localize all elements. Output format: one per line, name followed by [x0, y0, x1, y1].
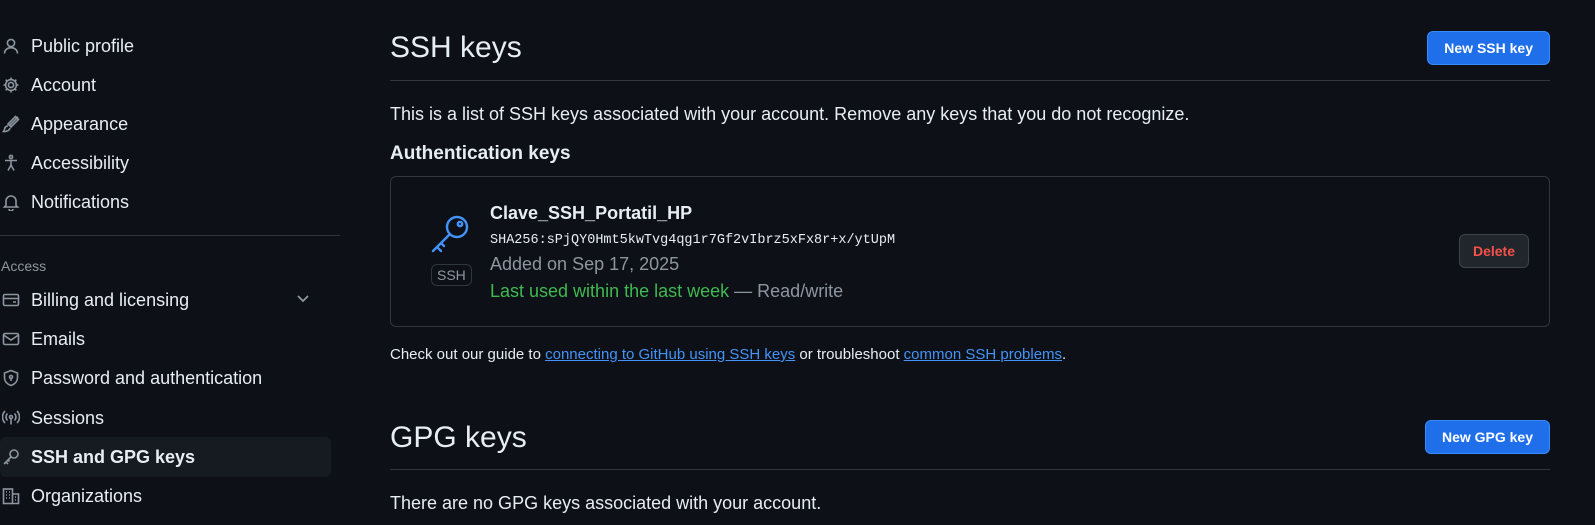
sidebar-item-label: Password and authentication	[31, 367, 263, 388]
sidebar-item-organizations[interactable]: Organizations	[0, 476, 331, 516]
sidebar-item-sessions[interactable]: Sessions	[0, 398, 331, 438]
broadcast-icon	[1, 408, 21, 428]
ssh-badge: SSH	[431, 264, 472, 286]
key-icon	[1, 447, 21, 467]
connecting-ssh-link[interactable]: connecting to GitHub using SSH keys	[545, 346, 795, 363]
sidebar-item-label: Billing and licensing	[31, 289, 190, 310]
shield-lock-icon	[1, 368, 21, 388]
sidebar-item-public-profile[interactable]: Public profile	[0, 26, 331, 66]
sidebar-section-heading: Access	[1, 258, 47, 274]
key-icon	[428, 213, 472, 257]
accessibility-icon	[1, 153, 21, 173]
sidebar-item-ssh-gpg-keys[interactable]: SSH and GPG keys	[0, 437, 331, 477]
sidebar-item-billing[interactable]: Billing and licensing	[0, 280, 331, 320]
ssh-key-usage: Last used within the last week — Read/wr…	[490, 281, 843, 302]
page-title: SSH keys	[390, 31, 522, 64]
sidebar-item-label: Public profile	[31, 35, 135, 56]
guide-middle: or troubleshoot	[795, 346, 904, 363]
guide-suffix: .	[1062, 346, 1067, 363]
paintbrush-icon	[1, 114, 21, 134]
sidebar-item-label: Organizations	[31, 485, 143, 506]
chevron-down-icon[interactable]	[295, 290, 311, 306]
ssh-key-title: Clave_SSH_Portatil_HP	[490, 203, 693, 223]
bell-icon	[1, 192, 21, 212]
sidebar-item-appearance[interactable]: Appearance	[0, 104, 331, 144]
gear-icon	[1, 75, 21, 95]
sidebar-item-password-authentication[interactable]: Password and authentication	[0, 358, 331, 398]
ssh-key-access: — Read/write	[734, 281, 844, 301]
ssh-description: This is a list of SSH keys associated wi…	[390, 104, 1190, 124]
ssh-key-added-date: Added on Sep 17, 2025	[490, 254, 680, 274]
main-content: SSH keys New SSH key This is a list of S…	[390, 0, 1550, 525]
sidebar-item-label: Accessibility	[31, 152, 130, 173]
settings-sidebar: Public profile Account Appearance Access…	[0, 0, 340, 525]
gpg-section-title: GPG keys	[390, 421, 527, 454]
common-ssh-problems-link[interactable]: common SSH problems	[904, 346, 1062, 363]
sidebar-item-accessibility[interactable]: Accessibility	[0, 143, 331, 183]
ssh-key-fingerprint: SHA256:sPjQY0Hmt5kwTvg4qg1r7Gf2vIbrz5xFx…	[490, 233, 896, 248]
credit-card-icon	[1, 290, 21, 310]
sidebar-item-account[interactable]: Account	[0, 65, 331, 105]
delete-key-button[interactable]: Delete	[1458, 234, 1529, 268]
ssh-guide-text: Check out our guide to connecting to Git…	[390, 346, 1066, 363]
organization-icon	[1, 486, 21, 506]
new-gpg-key-button[interactable]: New GPG key	[1424, 420, 1550, 454]
sidebar-item-label: Account	[31, 74, 97, 95]
sidebar-item-label: SSH and GPG keys	[31, 446, 196, 467]
sidebar-divider	[0, 235, 340, 236]
ssh-key-card: SSH Clave_SSH_Portatil_HP SHA256:sPjQY0H…	[390, 176, 1550, 327]
new-ssh-key-button[interactable]: New SSH key	[1427, 31, 1550, 65]
sidebar-item-label: Notifications	[31, 191, 130, 212]
sidebar-item-emails[interactable]: Emails	[0, 319, 331, 359]
person-icon	[1, 36, 21, 56]
guide-prefix: Check out our guide to	[390, 346, 546, 363]
sidebar-item-label: Emails	[31, 328, 86, 349]
authentication-keys-heading: Authentication keys	[390, 143, 571, 164]
ssh-key-last-used: Last used within the last week	[490, 281, 730, 301]
sidebar-item-label: Sessions	[31, 407, 105, 428]
gpg-empty-message: There are no GPG keys associated with yo…	[390, 493, 822, 513]
sidebar-item-label: Appearance	[31, 113, 129, 134]
section-divider	[390, 80, 1550, 81]
section-divider	[390, 469, 1550, 470]
sidebar-item-notifications[interactable]: Notifications	[0, 182, 331, 222]
mail-icon	[1, 329, 21, 349]
